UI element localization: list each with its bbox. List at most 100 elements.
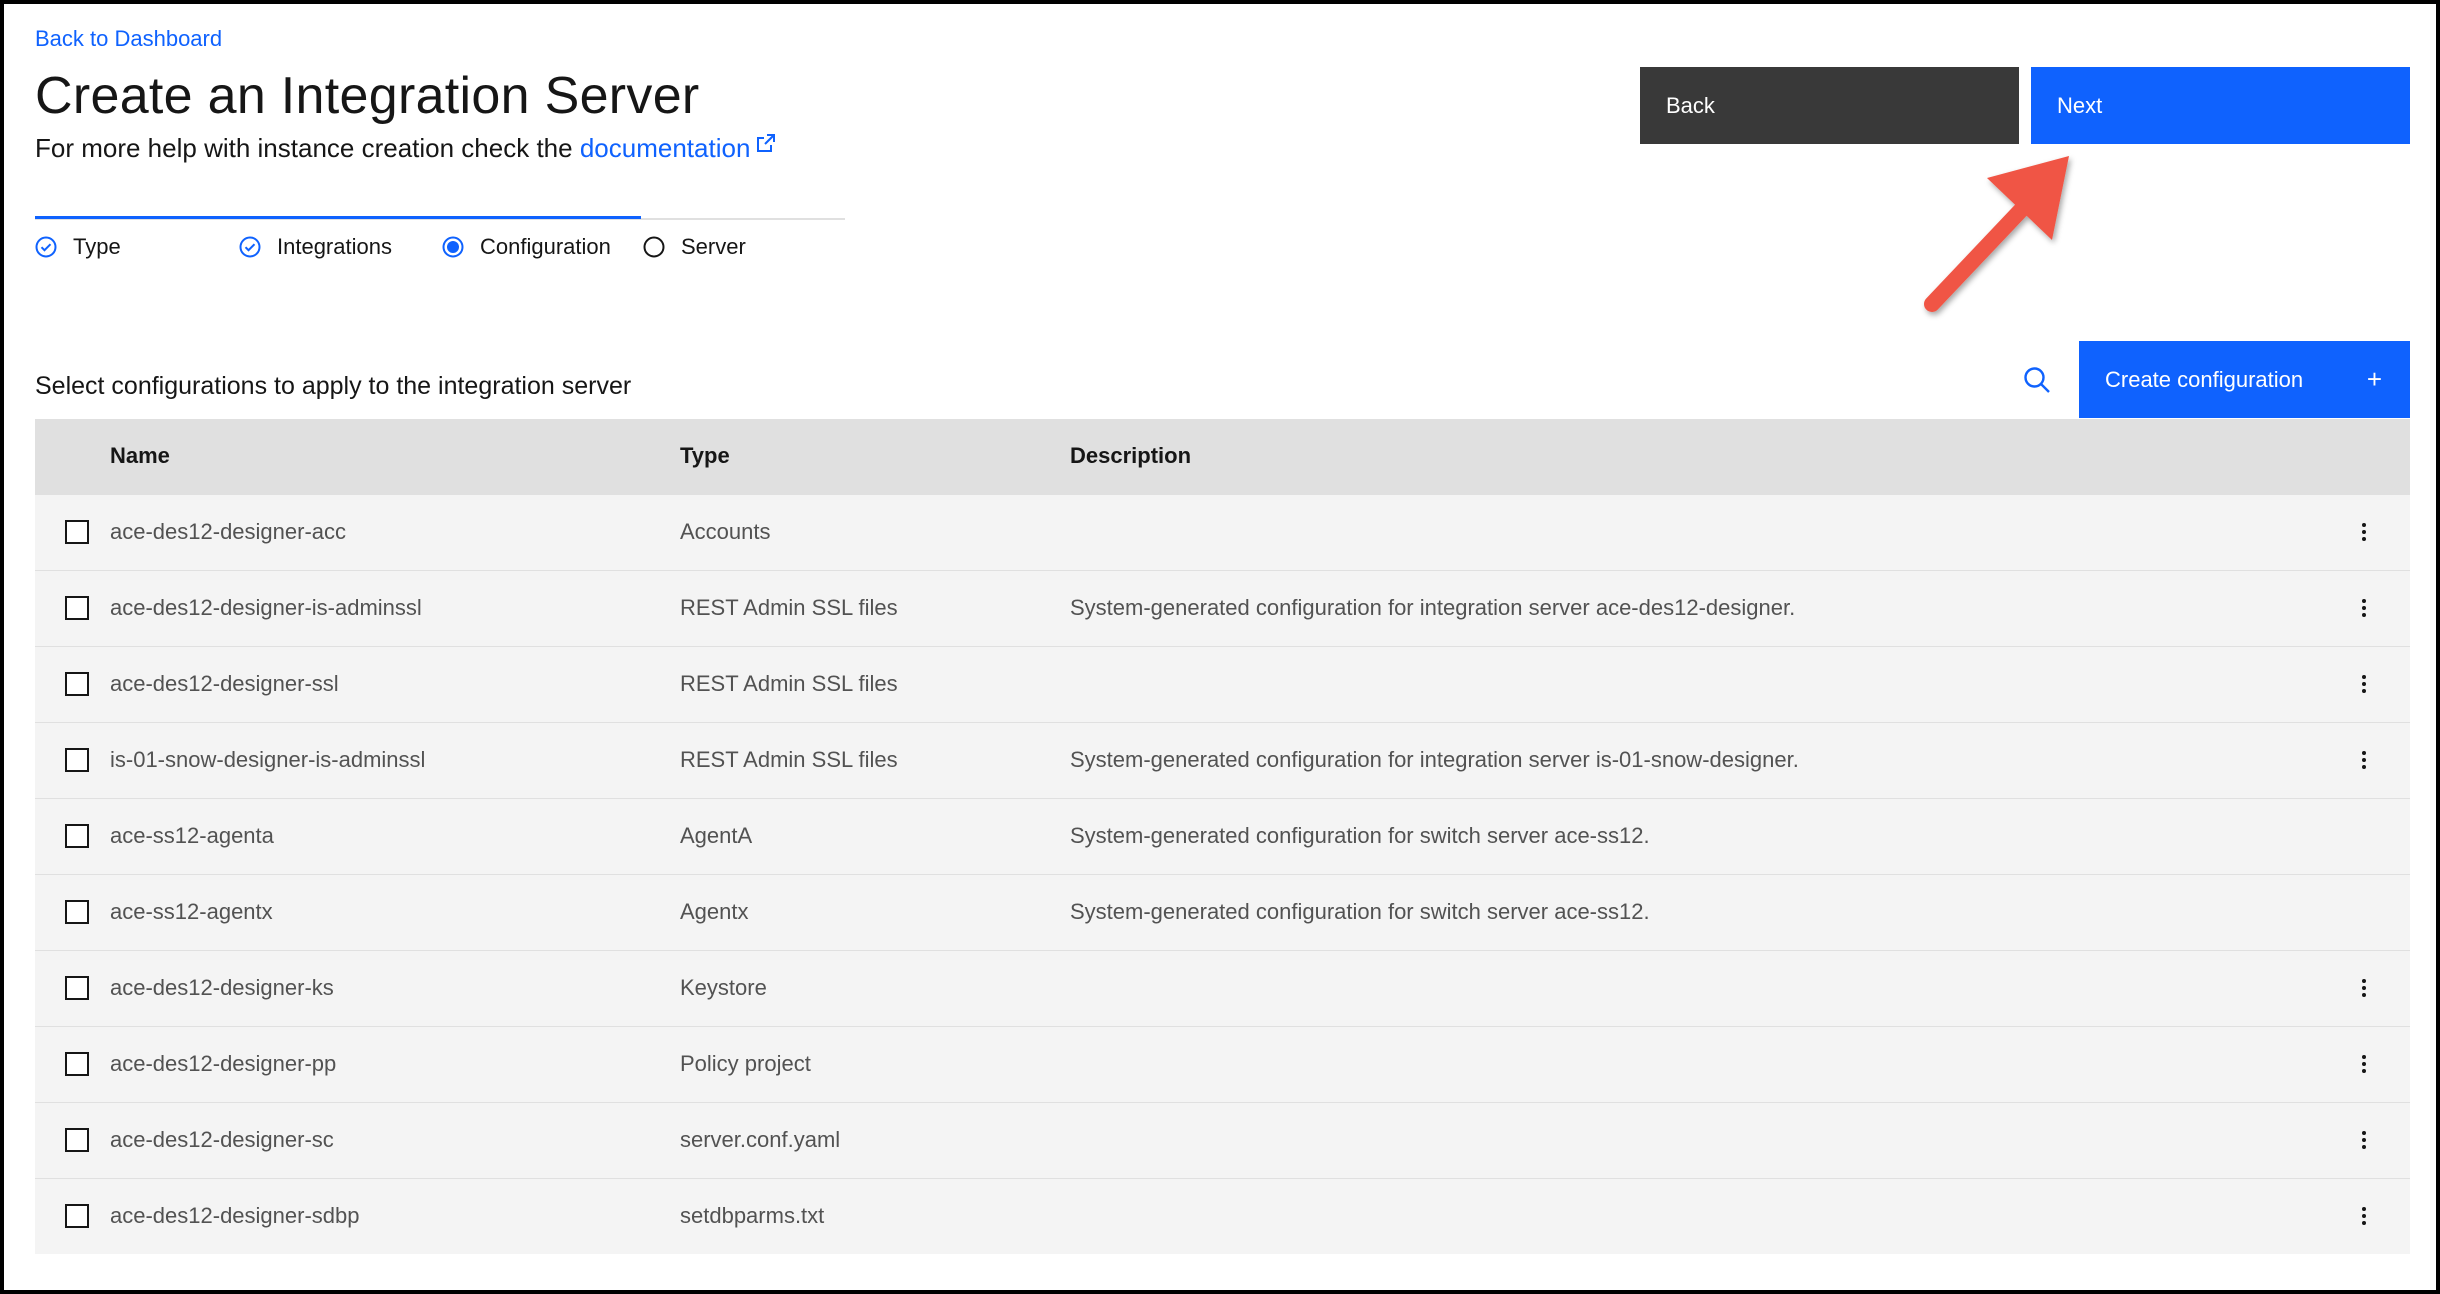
overflow-menu-icon[interactable] xyxy=(2330,978,2410,998)
external-link-icon xyxy=(757,134,776,152)
row-checkbox[interactable] xyxy=(65,520,89,544)
row-select-cell xyxy=(35,798,110,874)
cell-type: Keystore xyxy=(680,975,767,1000)
table-row[interactable]: is-01-snow-designer-is-adminssl REST Admi… xyxy=(35,722,2410,798)
cell-description xyxy=(1070,646,2330,722)
row-actions-cell xyxy=(2330,494,2410,570)
overflow-menu-icon[interactable] xyxy=(2330,674,2410,694)
search-icon xyxy=(2024,367,2050,393)
cell-name: is-01-snow-designer-is-adminssl xyxy=(110,747,426,772)
cell-description xyxy=(1070,494,2330,570)
section-label: Select configurations to apply to the in… xyxy=(35,372,632,400)
table-row[interactable]: ace-des12-designer-pp Policy project xyxy=(35,1026,2410,1102)
cell-name: ace-des12-designer-sdbp xyxy=(110,1203,360,1229)
next-button[interactable]: Next xyxy=(2031,67,2410,144)
plus-icon: + xyxy=(2366,364,2382,394)
page-title: Create an Integration Server xyxy=(35,67,700,125)
header-actions xyxy=(2330,419,2410,494)
help-text: For more help with instance creation che… xyxy=(35,133,776,164)
step-server-label: Server xyxy=(681,234,746,259)
header-name[interactable]: Name xyxy=(110,419,680,494)
cell-name: ace-ss12-agentx xyxy=(110,899,273,924)
row-checkbox[interactable] xyxy=(65,1052,89,1076)
row-actions-cell xyxy=(2330,950,2410,1026)
current-step-icon xyxy=(442,236,464,258)
row-actions-cell xyxy=(2330,646,2410,722)
table-row[interactable]: ace-des12-designer-is-adminssl REST Admin… xyxy=(35,570,2410,646)
header-description[interactable]: Description xyxy=(1070,419,2330,494)
step-server[interactable]: Server xyxy=(643,234,746,260)
search-button[interactable] xyxy=(2009,340,2065,420)
row-checkbox[interactable] xyxy=(65,748,89,772)
documentation-link-label: documentation xyxy=(579,133,751,163)
cell-type: Accounts xyxy=(680,519,771,544)
cell-name: ace-des12-designer-acc xyxy=(110,519,347,544)
cell-type: setdbparms.txt xyxy=(680,1203,825,1229)
overflow-menu-icon[interactable] xyxy=(2330,522,2410,542)
table-row[interactable]: ace-ss12-agenta AgentA System-generated co… xyxy=(35,798,2410,874)
table-row[interactable]: ace-des12-designer-sdbp setdbparms.txt xyxy=(35,1178,2410,1254)
row-select-cell xyxy=(35,874,110,950)
row-checkbox[interactable] xyxy=(65,596,89,620)
table-row[interactable]: ace-des12-designer-sc server.conf.yaml xyxy=(35,1102,2410,1178)
step-configuration[interactable]: Configuration xyxy=(442,234,611,260)
create-configuration-label: Create configuration xyxy=(2105,366,2304,392)
table-row[interactable]: ace-des12-designer-ssl REST Admin SSL fil… xyxy=(35,646,2410,722)
overflow-menu-icon[interactable] xyxy=(2330,598,2410,618)
cell-name: ace-des12-designer-ssl xyxy=(110,671,339,696)
row-checkbox[interactable] xyxy=(65,1128,89,1152)
step-configuration-label: Configuration xyxy=(480,234,611,259)
cell-type: REST Admin SSL files xyxy=(680,747,898,772)
row-checkbox[interactable] xyxy=(65,824,89,848)
overflow-menu-icon[interactable] xyxy=(2330,750,2410,770)
cell-description: System-generated configuration for switc… xyxy=(1070,823,1650,848)
back-to-dashboard-link[interactable]: Back to Dashboard xyxy=(35,26,222,52)
step-integrations-label: Integrations xyxy=(277,234,392,259)
row-select-cell xyxy=(35,1102,110,1178)
overflow-menu-icon[interactable] xyxy=(2330,1206,2410,1226)
cell-description: System-generated configuration for integ… xyxy=(1070,747,1799,772)
table-header-row: Name Type Description xyxy=(35,419,2410,494)
row-checkbox[interactable] xyxy=(65,976,89,1000)
row-select-cell xyxy=(35,1026,110,1102)
row-select-cell xyxy=(35,646,110,722)
header-select xyxy=(35,419,110,494)
cell-type: Agentx xyxy=(680,899,749,924)
progress-fill xyxy=(35,216,641,219)
documentation-link[interactable]: documentation xyxy=(580,133,777,163)
create-configuration-button[interactable]: Create configuration + xyxy=(2079,341,2410,418)
cell-description: System-generated configuration for integ… xyxy=(1070,595,1796,620)
checkmark-circle-icon xyxy=(35,236,57,258)
cell-type: Policy project xyxy=(680,1051,811,1076)
row-actions-cell xyxy=(2330,1102,2410,1178)
cell-type: REST Admin SSL files xyxy=(680,595,898,620)
table-row[interactable]: ace-des12-designer-acc Accounts xyxy=(35,494,2410,570)
overflow-menu-icon[interactable] xyxy=(2330,1130,2410,1150)
row-select-cell xyxy=(35,950,110,1026)
progress-indicator: Type Integrations Configuration Server xyxy=(35,216,845,266)
step-type[interactable]: Type xyxy=(35,234,121,260)
row-actions-cell xyxy=(2330,798,2410,874)
step-integrations[interactable]: Integrations xyxy=(239,234,392,260)
table-row[interactable]: ace-des12-designer-ks Keystore xyxy=(35,950,2410,1026)
cell-name: ace-des12-designer-sc xyxy=(110,1127,334,1152)
configurations-table: Name Type Description ace-des12-designer… xyxy=(35,419,2410,1254)
row-checkbox[interactable] xyxy=(65,900,89,924)
cell-type: AgentA xyxy=(680,823,753,848)
incomplete-step-icon xyxy=(643,236,665,258)
row-checkbox[interactable] xyxy=(65,672,89,696)
overflow-menu-icon[interactable] xyxy=(2330,1054,2410,1074)
cell-name: ace-ss12-agenta xyxy=(110,823,274,848)
row-actions-cell xyxy=(2330,570,2410,646)
cell-name: ace-des12-designer-is-adminssl xyxy=(110,595,422,620)
table-row[interactable]: ace-ss12-agentx Agentx System-generated co… xyxy=(35,874,2410,950)
cell-type: server.conf.yaml xyxy=(680,1127,841,1152)
cell-type: REST Admin SSL files xyxy=(680,671,898,696)
header-type[interactable]: Type xyxy=(680,419,1070,494)
annotation-arrow xyxy=(1924,156,2069,312)
row-select-cell xyxy=(35,494,110,570)
row-select-cell xyxy=(35,570,110,646)
back-button[interactable]: Back xyxy=(1640,67,2019,144)
row-checkbox[interactable] xyxy=(65,1204,89,1229)
cell-description: System-generated configuration for switc… xyxy=(1070,899,1650,924)
